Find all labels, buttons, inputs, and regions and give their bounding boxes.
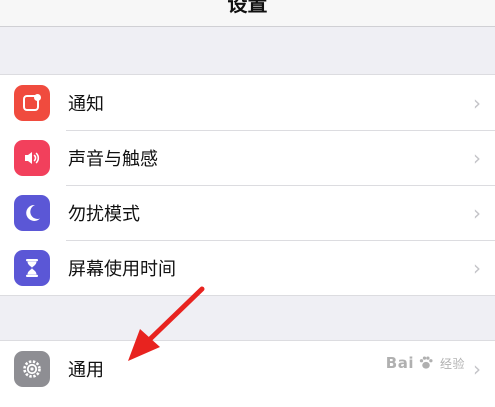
settings-row-notifications[interactable]: 通知 › [0,75,495,130]
moon-icon [14,194,50,231]
gear-icon [14,350,50,387]
watermark-suffix: 经验 [439,356,465,371]
chevron-right-icon: › [473,145,481,170]
page-title: 设置 [227,0,268,16]
notifications-icon [14,84,50,121]
settings-screen: 设置 通知 › 声音与触感 › 勿扰模式 › 屏幕使用时间 › 通用 › Bai… [0,0,495,407]
settings-group-general: 通用 › [0,340,495,407]
settings-row-label: 通用 [68,359,104,381]
chevron-right-icon: › [473,200,481,225]
baidu-watermark: Bai 经验 [386,354,465,372]
settings-row-screen-time[interactable]: 屏幕使用时间 › [0,240,495,295]
settings-group-primary: 通知 › 声音与触感 › 勿扰模式 › 屏幕使用时间 › [0,74,495,296]
paw-icon [419,356,433,369]
settings-row-do-not-disturb[interactable]: 勿扰模式 › [0,185,495,240]
chevron-right-icon: › [473,90,481,115]
chevron-right-icon: › [473,356,481,381]
settings-row-label: 勿扰模式 [68,203,140,225]
settings-row-label: 通知 [68,93,104,115]
settings-row-label: 声音与触感 [68,148,158,170]
speaker-icon [14,139,50,176]
settings-row-label: 屏幕使用时间 [68,258,176,280]
navigation-bar: 设置 [0,0,495,27]
hourglass-icon [14,249,50,286]
watermark-brand: Bai [385,354,414,372]
settings-row-sounds[interactable]: 声音与触感 › [0,130,495,185]
chevron-right-icon: › [473,255,481,280]
